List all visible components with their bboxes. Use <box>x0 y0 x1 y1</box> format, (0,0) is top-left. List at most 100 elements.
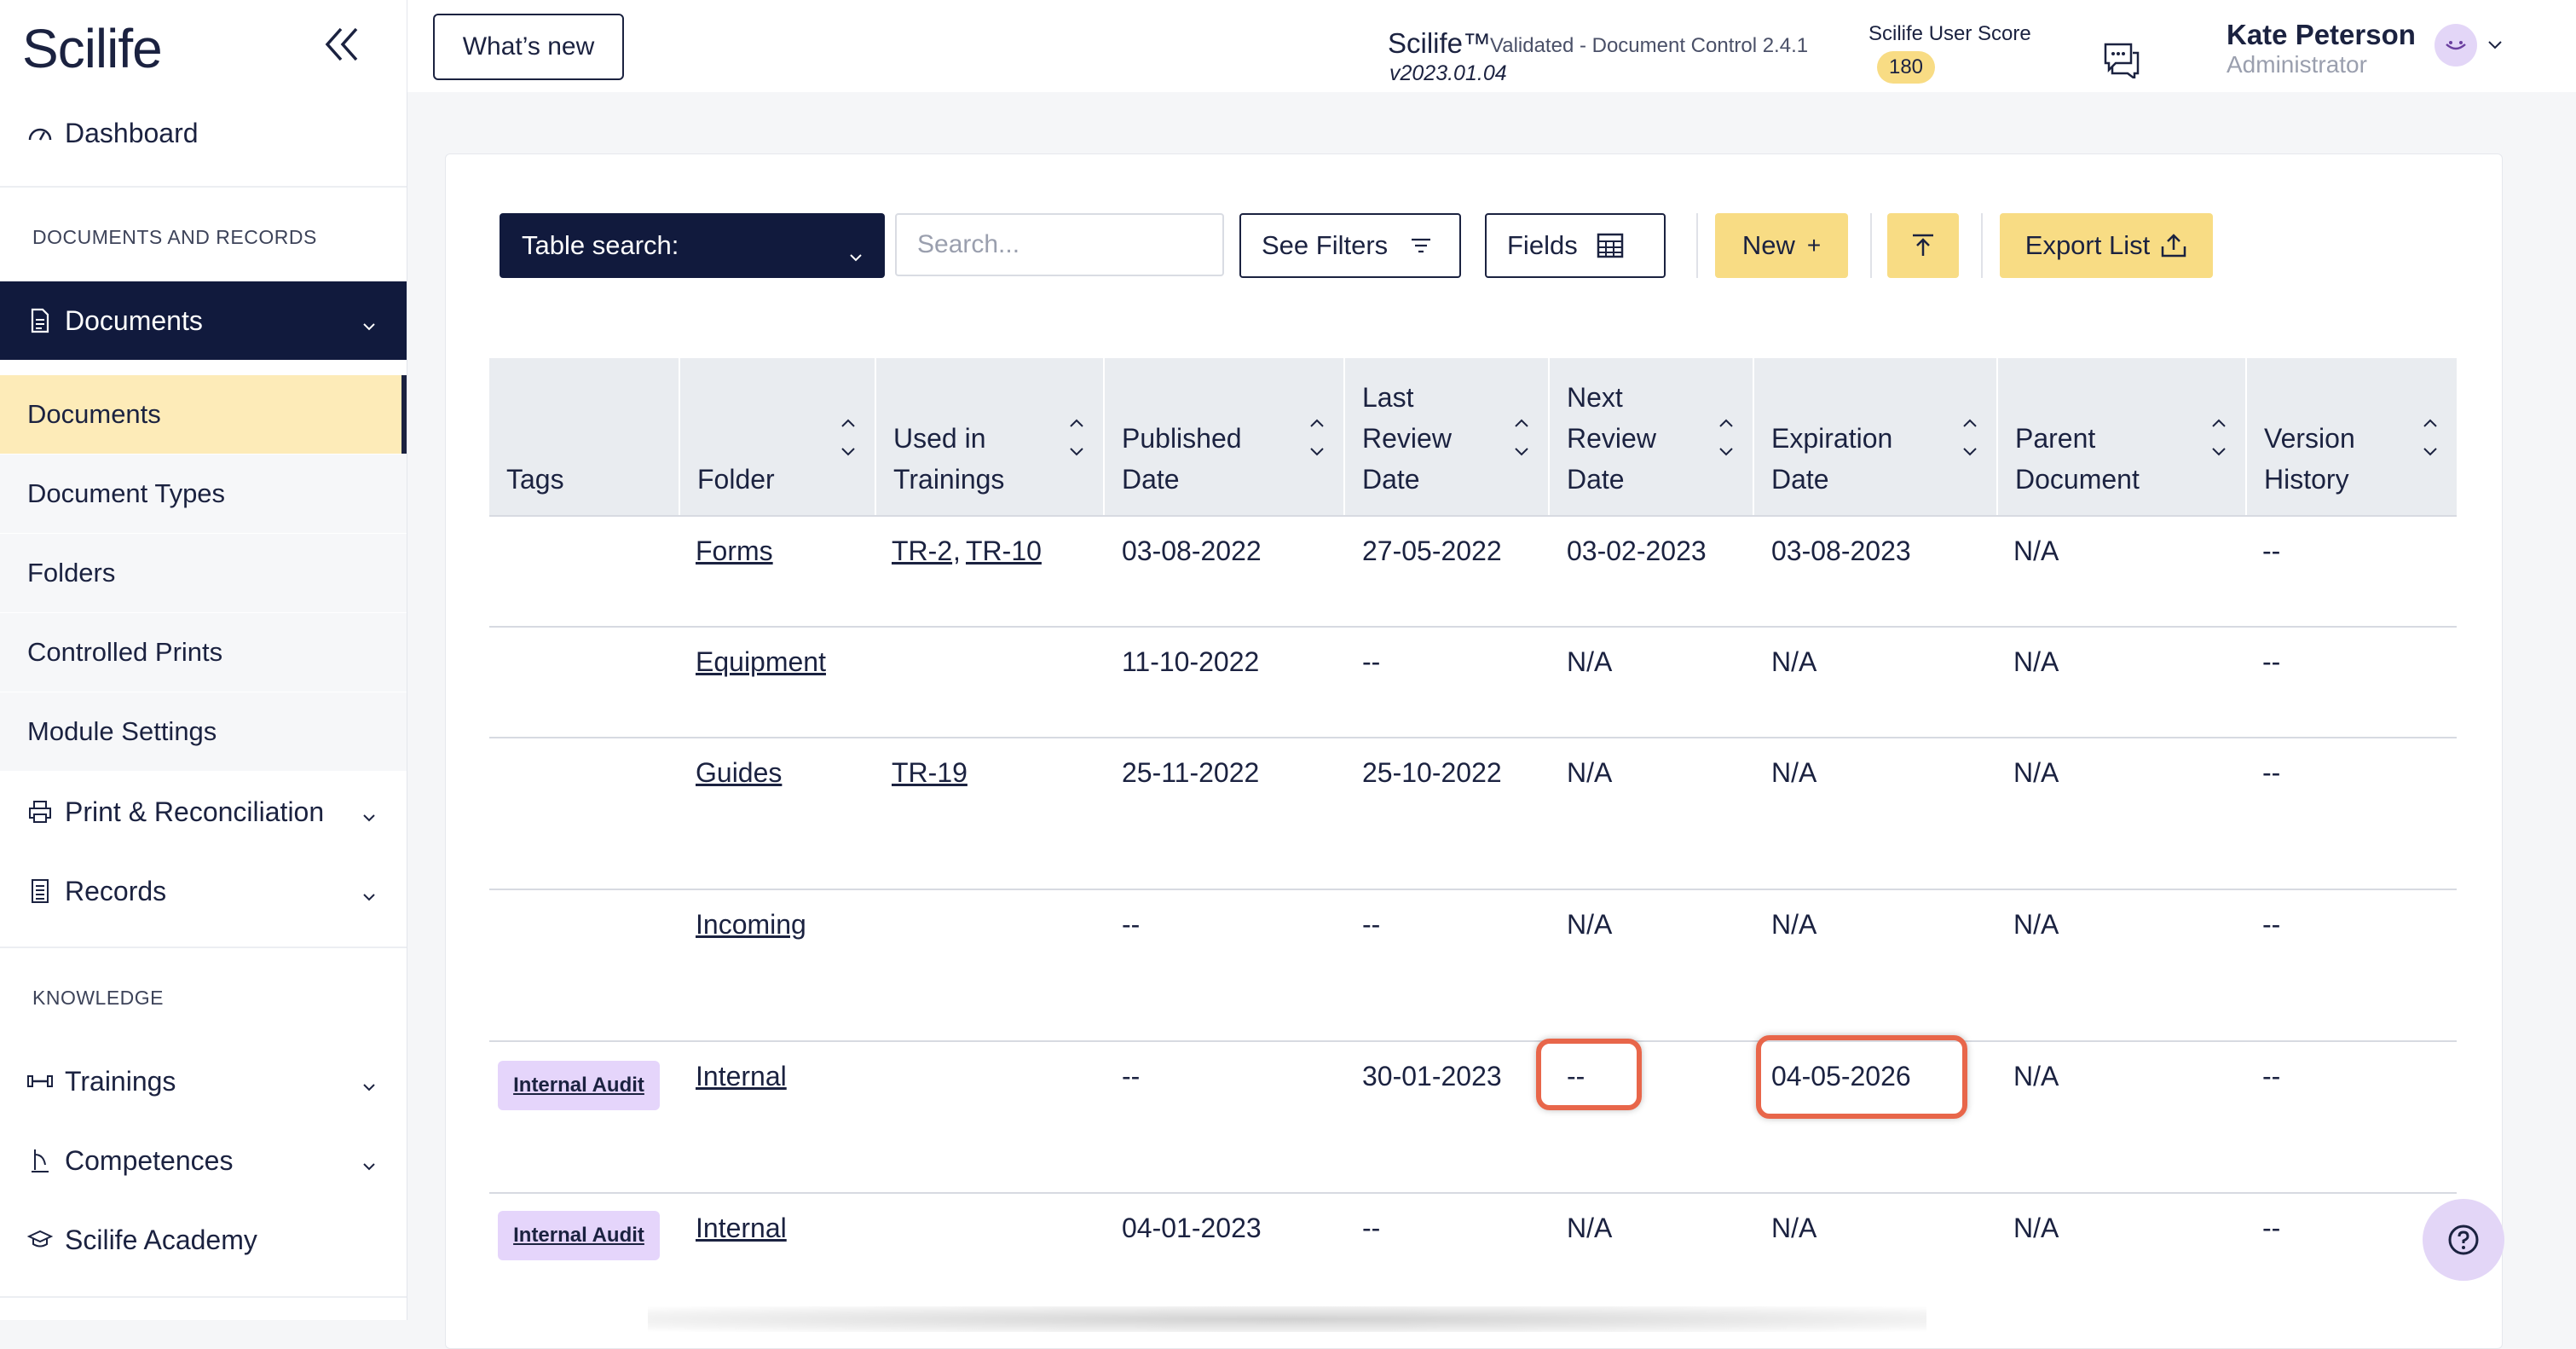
column-header-next-review-date[interactable]: Next Review Date <box>1548 358 1753 517</box>
fields-label: Fields <box>1507 230 1578 260</box>
parent-document: N/A <box>2013 909 2059 940</box>
sidebar-item-documents[interactable]: Documents <box>0 375 407 454</box>
divider <box>1870 213 1872 278</box>
question-icon <box>2446 1223 2481 1257</box>
divider <box>0 947 407 948</box>
sort-icon[interactable] <box>2209 414 2228 460</box>
column-header-folder[interactable]: Folder <box>679 358 875 517</box>
chevron-down-icon <box>849 239 863 262</box>
version-history: -- <box>2262 646 2281 677</box>
user-role: Administrator <box>2227 51 2367 78</box>
folder-link[interactable]: Internal <box>696 1213 787 1244</box>
chevron-down-icon[interactable] <box>2487 39 2503 49</box>
user-name[interactable]: Kate Peterson <box>2227 19 2416 51</box>
scroll-shadow <box>648 1306 1926 1332</box>
nav-scilife-academy[interactable]: Scilife Academy <box>0 1201 407 1279</box>
chevron-down-icon <box>361 310 378 331</box>
search-input[interactable] <box>895 213 1224 276</box>
fields-button[interactable]: Fields <box>1485 213 1666 278</box>
folder-link[interactable]: Incoming <box>696 909 806 941</box>
folder-link[interactable]: Guides <box>696 757 782 789</box>
last-review-date: -- <box>1362 1213 1381 1243</box>
published-date: 03-08-2022 <box>1122 536 1262 566</box>
new-button[interactable]: New + <box>1715 213 1848 278</box>
training-link[interactable]: TR-19 <box>892 757 967 789</box>
column-header-published-date[interactable]: Published Date <box>1103 358 1343 517</box>
section-documents-records: DOCUMENTS AND RECORDS <box>32 226 317 248</box>
table-search-dropdown[interactable]: Table search: <box>500 213 885 278</box>
last-review-date: -- <box>1362 646 1381 677</box>
column-header-used-in-trainings[interactable]: Used in Trainings <box>875 358 1103 517</box>
sort-icon[interactable] <box>2421 414 2440 460</box>
nav-records[interactable]: Records <box>0 852 407 930</box>
collapse-sidebar-icon[interactable] <box>322 19 363 70</box>
expiration-date: N/A <box>1771 1213 1817 1243</box>
export-list-label: Export List <box>2024 230 2151 260</box>
expiration-date: N/A <box>1771 909 1817 940</box>
sort-icon[interactable] <box>1308 414 1326 460</box>
documents-panel <box>445 153 2503 1349</box>
next-review-date: N/A <box>1567 1213 1613 1243</box>
sidebar-item-module-settings[interactable]: Module Settings <box>0 692 407 771</box>
plus-icon: + <box>1806 232 1822 258</box>
next-review-date: 03-02-2023 <box>1567 536 1707 566</box>
column-header-expiration-date[interactable]: Expiration Date <box>1753 358 1996 517</box>
table-search-label: Table search: <box>522 230 679 260</box>
expiration-date: N/A <box>1771 757 1817 788</box>
export-list-button[interactable]: Export List <box>2000 213 2213 278</box>
avatar[interactable] <box>2434 24 2477 67</box>
whats-new-button[interactable]: What’s new <box>433 14 624 80</box>
help-button[interactable] <box>2423 1199 2504 1281</box>
nav-print-reconciliation[interactable]: Print & Reconciliation <box>0 773 407 851</box>
document-icon <box>26 306 55 335</box>
folder-link[interactable]: Equipment <box>696 646 826 678</box>
nav-trainings[interactable]: Trainings <box>0 1042 407 1120</box>
published-date: -- <box>1122 1061 1141 1091</box>
divider <box>1981 213 1983 278</box>
tag-badge[interactable]: Internal Audit <box>498 1061 660 1110</box>
sidebar-item-controlled-prints[interactable]: Controlled Prints <box>0 613 407 692</box>
folder-link[interactable]: Forms <box>696 536 773 567</box>
nav-competences-label: Competences <box>65 1144 234 1176</box>
highlight-box <box>1536 1039 1642 1110</box>
table-header: Tags Folder Used in Trainings Published … <box>489 358 2457 517</box>
nav-dashboard[interactable]: Dashboard <box>0 94 407 172</box>
sort-icon[interactable] <box>839 414 858 460</box>
column-header-last-review-date[interactable]: Last Review Date <box>1343 358 1548 517</box>
export-icon <box>2160 233 2187 258</box>
upload-button[interactable] <box>1887 213 1959 278</box>
sort-icon[interactable] <box>1961 414 1979 460</box>
tag-badge[interactable]: Internal Audit <box>498 1211 660 1260</box>
column-header-version-history[interactable]: Version History <box>2245 358 2457 517</box>
chat-icon[interactable] <box>2102 41 2141 81</box>
training-link[interactable]: TR-10 <box>966 536 1042 567</box>
nav-print-reconciliation-label: Print & Reconciliation <box>65 796 325 827</box>
gauge-icon <box>26 119 55 148</box>
sidebar-item-folders[interactable]: Folders <box>0 534 407 612</box>
version-history: -- <box>2262 536 2281 566</box>
divider <box>0 186 407 188</box>
nav-documents-group[interactable]: Documents <box>0 281 407 360</box>
nav-competences[interactable]: Competences <box>0 1121 407 1200</box>
divider <box>489 1192 2457 1194</box>
next-review-date: N/A <box>1567 757 1613 788</box>
training-link[interactable]: TR-2 <box>892 536 952 567</box>
scilife-logo[interactable]: Scilife <box>22 17 163 80</box>
sort-icon[interactable] <box>1717 414 1736 460</box>
divider <box>489 889 2457 890</box>
column-header-parent-document[interactable]: Parent Document <box>1996 358 2245 517</box>
table-grid-icon <box>1597 233 1624 258</box>
divider <box>0 1296 407 1298</box>
chevron-down-icon <box>361 1071 378 1091</box>
app-version: v2023.01.04 <box>1389 61 1507 85</box>
folder-link[interactable]: Internal <box>696 1061 787 1092</box>
printer-icon <box>26 797 55 826</box>
sort-icon[interactable] <box>1512 414 1531 460</box>
parent-document: N/A <box>2013 646 2059 677</box>
see-filters-button[interactable]: See Filters <box>1239 213 1461 278</box>
sort-icon[interactable] <box>1067 414 1086 460</box>
nav-scilife-academy-label: Scilife Academy <box>65 1224 257 1255</box>
user-score-badge: 180 <box>1877 51 1935 84</box>
sidebar-item-document-types[interactable]: Document Types <box>0 454 407 533</box>
version-history: -- <box>2262 1213 2281 1243</box>
